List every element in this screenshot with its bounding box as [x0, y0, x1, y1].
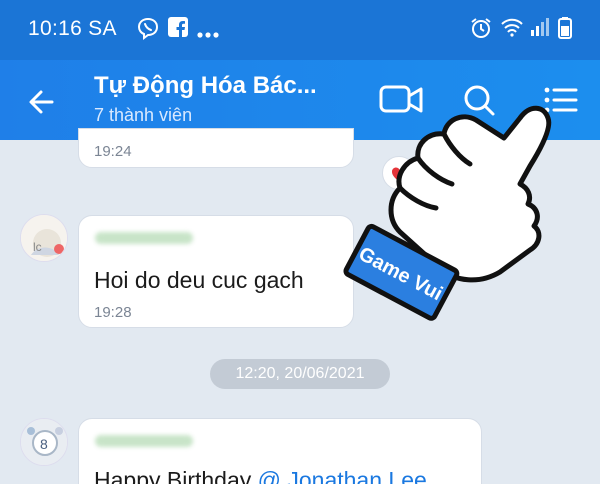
battery-icon	[558, 17, 572, 44]
menu-list-icon	[544, 87, 578, 113]
message-text: Happy Birthday @ Jonathan Lee	[94, 467, 427, 484]
wifi-icon	[500, 17, 524, 42]
search-icon	[464, 85, 495, 116]
svg-text:8: 8	[40, 436, 48, 452]
svg-text:lc: lc	[33, 240, 42, 254]
alarm-icon	[470, 17, 492, 44]
back-button[interactable]	[22, 80, 66, 124]
date-separator: 12:20, 20/06/2021	[210, 359, 390, 389]
message-bubble[interactable]: 19:24	[78, 128, 354, 168]
avatar[interactable]: 8	[20, 418, 68, 466]
status-time: 10:16 SA	[28, 17, 117, 40]
message-time: 19:28	[94, 304, 132, 321]
menu-button[interactable]	[538, 78, 586, 122]
message-text-prefix: Happy Birthday	[94, 467, 258, 484]
video-call-icon	[379, 85, 423, 113]
message-text: Hoi do deu cuc gach	[94, 267, 304, 293]
sender-name-blurred	[95, 435, 193, 447]
video-call-button[interactable]	[378, 78, 426, 122]
signal-icon	[530, 17, 550, 42]
message-bubble[interactable]: Happy Birthday @ Jonathan Lee	[78, 418, 482, 484]
avatar[interactable]: lc	[20, 214, 68, 262]
status-bar: 10:16 SA	[0, 0, 600, 60]
facebook-icon	[168, 17, 188, 42]
message-time: 19:24	[94, 143, 132, 160]
more-dots-icon	[197, 25, 219, 43]
mention-link[interactable]: @ Jonathan Lee	[258, 467, 427, 484]
sender-name-blurred	[95, 232, 193, 244]
watermark-label: Game Vui	[355, 243, 446, 305]
back-arrow-icon	[29, 90, 54, 114]
member-count: 7 thành viên	[94, 105, 193, 125]
group-title[interactable]: Tự Động Hóa Bác...	[94, 72, 317, 100]
search-button[interactable]	[457, 78, 505, 122]
message-bubble[interactable]: Hoi do deu cuc gach 19:28	[78, 215, 354, 328]
reaction-heart-icon[interactable]	[382, 156, 416, 190]
viber-icon	[137, 17, 159, 46]
